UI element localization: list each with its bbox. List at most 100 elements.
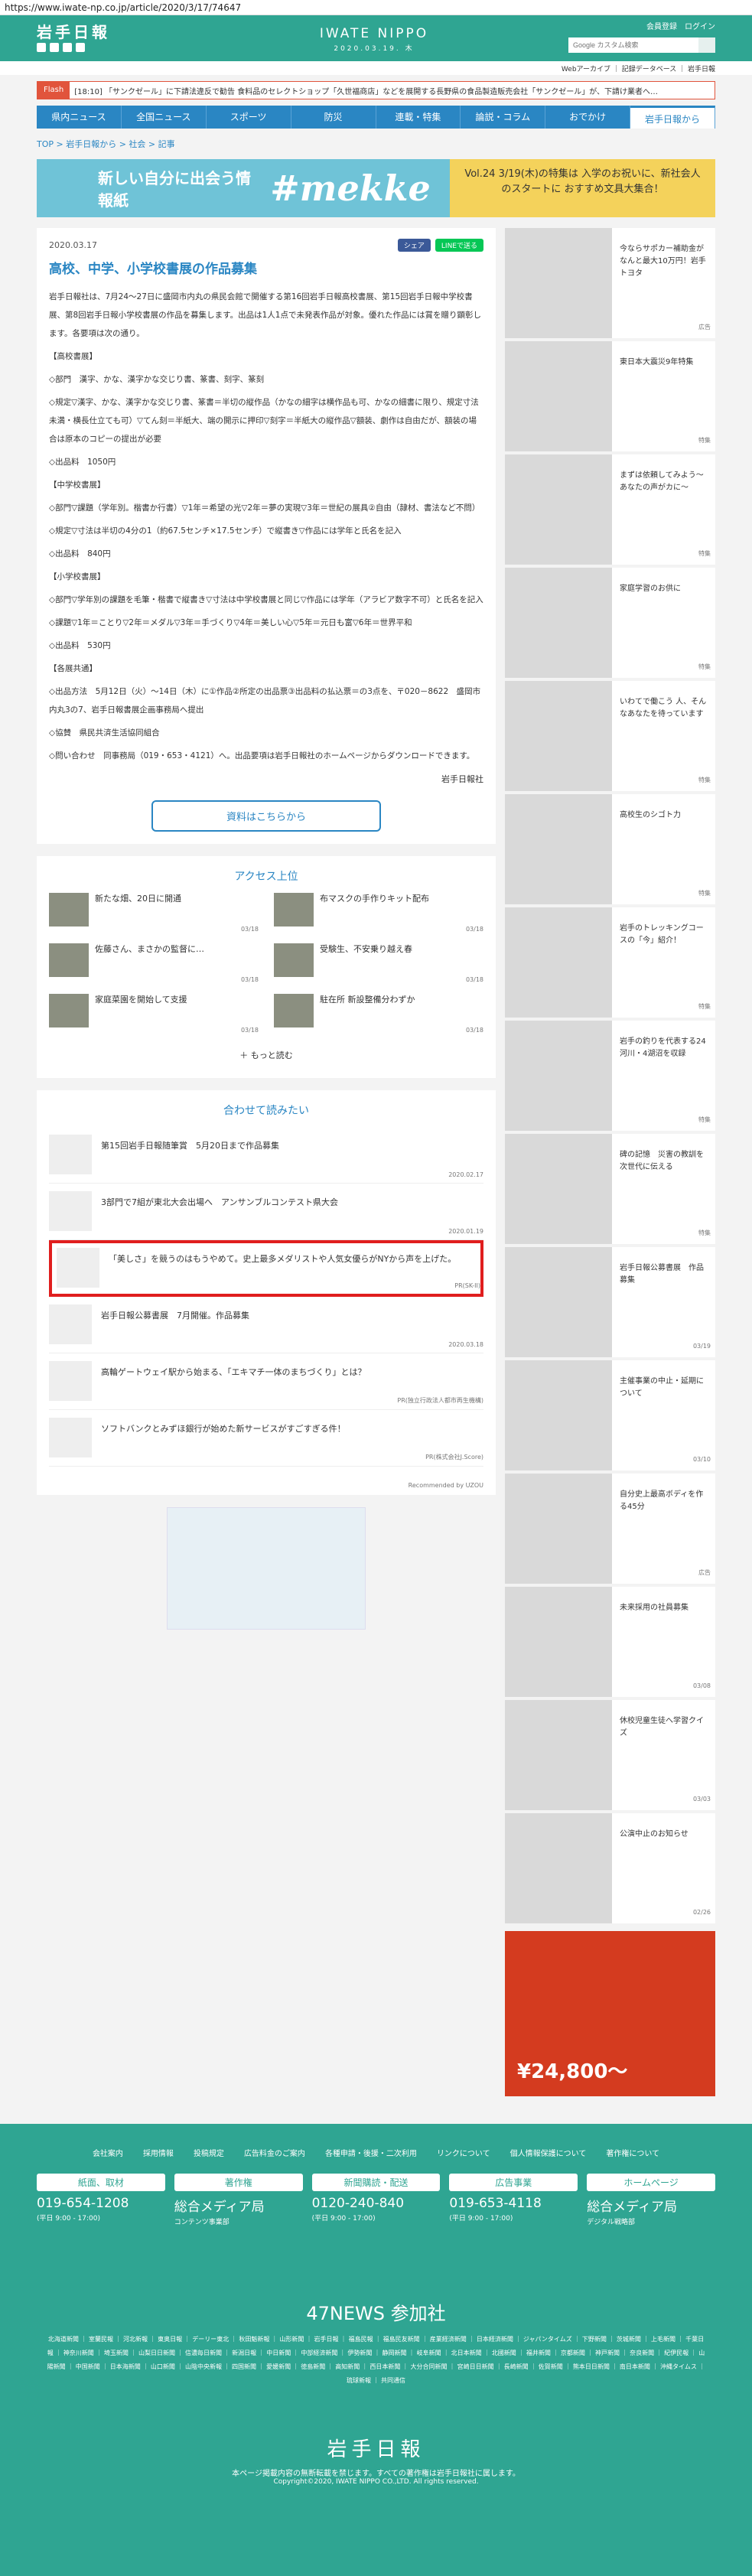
sidebar-thumbnail[interactable] — [505, 1813, 612, 1923]
travel-ad[interactable]: ¥24,800～ — [505, 1931, 715, 2096]
footer-contact-main[interactable]: 0120-240-840 — [312, 2196, 441, 2211]
related-item[interactable]: 「美しさ」を競うのはもうやめて。史上最多メダリストや人気女優らがNYから声を上げ… — [49, 1240, 483, 1297]
sidebar-title[interactable]: 公演中止のお知らせ — [620, 1830, 689, 1838]
sidebar-thumbnail[interactable] — [505, 1700, 612, 1810]
sub-nav[interactable]: Webアーカイブ ｜ 記録データベース ｜ 岩手日報 — [0, 61, 752, 75]
nav-item-disaster[interactable]: 防災 — [291, 106, 376, 129]
sidebar-item[interactable]: いわてで働こう 人、そんなあなたを待っています 特集 — [505, 681, 715, 791]
facebook-share-button[interactable]: シェア — [397, 239, 431, 252]
sidebar-title[interactable]: 岩手日報公募書展 作品募集 — [620, 1264, 704, 1285]
sidebar-title[interactable]: いわてで働こう 人、そんなあなたを待っています — [620, 698, 706, 718]
footer-link[interactable]: 広告料金のご案内 — [244, 2147, 305, 2158]
related-title[interactable]: 3部門で7組が東北大会出場へ アンサンブルコンテスト県大会 — [101, 1191, 338, 1232]
sidebar-item[interactable]: 公演中止のお知らせ 02/26 — [505, 1813, 715, 1923]
sidebar-title[interactable]: 碑の記憶 災害の教訓を次世代に伝える — [620, 1151, 704, 1171]
sidebar-title[interactable]: 主催事業の中止・延期について — [620, 1377, 704, 1398]
related-title[interactable]: 第15回岩手日報随筆賞 5月20日まで作品募集 — [101, 1135, 279, 1175]
more-button[interactable]: ＋ もっと読む — [37, 1034, 496, 1078]
nav-item-local[interactable]: 県内ニュース — [37, 106, 122, 129]
nav-item-series[interactable]: 連載・特集 — [376, 106, 461, 129]
sidebar-thumbnail[interactable] — [505, 568, 612, 678]
ranking-thumbnail[interactable] — [49, 893, 89, 927]
sidebar-thumbnail[interactable] — [505, 1021, 612, 1131]
related-thumbnail[interactable] — [49, 1135, 92, 1174]
breadcrumb[interactable]: TOP > 岩手日報から > 社会 > 記事 — [37, 138, 715, 150]
sidebar-item[interactable]: 家庭学習のお供に 特集 — [505, 568, 715, 678]
ranking-thumbnail[interactable] — [49, 943, 89, 977]
ad-banner[interactable] — [167, 1507, 366, 1630]
register-link[interactable]: 会員登録 — [646, 20, 677, 31]
nav-item-outing[interactable]: おでかけ — [545, 106, 631, 129]
sidebar-item[interactable]: 休校児童生徒へ学習クイズ 03/03 — [505, 1700, 715, 1810]
sidebar-title[interactable]: 高校生のシゴト力 — [620, 811, 681, 819]
url-bar[interactable]: https://www.iwate-np.co.jp/article/2020/… — [0, 0, 752, 15]
related-thumbnail[interactable] — [49, 1361, 92, 1401]
sidebar-thumbnail[interactable] — [505, 1247, 612, 1357]
sidebar-item[interactable]: 主催事業の中止・延期について 03/10 — [505, 1360, 715, 1470]
related-item[interactable]: 第15回岩手日報随筆賞 5月20日まで作品募集 2020.02.17 — [49, 1127, 483, 1184]
footer-link[interactable]: 著作権について — [606, 2147, 659, 2158]
footer-link[interactable]: 個人情報保護について — [510, 2147, 587, 2158]
instagram-icon[interactable] — [76, 43, 85, 52]
footer-contact-main[interactable]: 総合メディア局 — [174, 2196, 303, 2215]
sidebar-thumbnail[interactable] — [505, 1360, 612, 1470]
sidebar-thumbnail[interactable] — [505, 1134, 612, 1244]
ranking-item[interactable]: 新たな畑、20日に開通 03/18 — [49, 893, 259, 933]
sidebar-item[interactable]: 碑の記憶 災害の教訓を次世代に伝える 特集 — [505, 1134, 715, 1244]
footer-link[interactable]: 投稿規定 — [194, 2147, 224, 2158]
nav-item-from-nippo[interactable]: 岩手日報から — [630, 106, 715, 129]
sidebar-title[interactable]: 休校児童生徒へ学習クイズ — [620, 1717, 704, 1737]
ranking-item[interactable]: 布マスクの手作りキット配布 03/18 — [274, 893, 483, 933]
ranking-thumbnail[interactable] — [274, 994, 314, 1027]
sidebar-item[interactable]: 東日本大震災9年特集 特集 — [505, 341, 715, 451]
sidebar-item[interactable]: 未来採用の社員募集 03/08 — [505, 1587, 715, 1697]
related-thumbnail[interactable] — [49, 1191, 92, 1231]
ranking-thumbnail[interactable] — [49, 994, 89, 1027]
ranking-title[interactable]: 家庭菜園を開始して支援 — [95, 994, 187, 1034]
ranking-title[interactable]: 布マスクの手作りキット配布 — [320, 893, 429, 933]
line-icon[interactable] — [63, 43, 72, 52]
ranking-title[interactable]: 受験生、不安乗り越え春 — [320, 943, 412, 983]
recommend-credit[interactable]: Recommended by UZOU — [37, 1476, 496, 1495]
ranking-title[interactable]: 佐藤さん、まさかの監督に… — [95, 943, 204, 983]
sidebar-title[interactable]: 岩手のトレッキングコースの「今」紹介！ — [620, 924, 704, 945]
search-icon[interactable] — [698, 37, 715, 53]
ranking-title[interactable]: 駐在所 新設整備分わずか — [320, 994, 415, 1034]
search-input[interactable] — [568, 37, 698, 53]
related-item[interactable]: 高輪ゲートウェイ駅から始まる、「エキマチ一体のまちづくり」とは？ PR(独立行政法… — [49, 1353, 483, 1410]
nav-item-column[interactable]: 論説・コラム — [461, 106, 546, 129]
ranking-item[interactable]: 駐在所 新設整備分わずか 03/18 — [274, 994, 483, 1034]
sidebar-title[interactable]: 岩手の釣りを代表する24河川・4湖沼を収録 — [620, 1037, 706, 1058]
ranking-thumbnail[interactable] — [274, 943, 314, 977]
sidebar-item[interactable]: まずは依頼してみよう～あなたの声がカに～ 特集 — [505, 454, 715, 565]
facebook-icon[interactable] — [50, 43, 59, 52]
ranking-thumbnail[interactable] — [274, 893, 314, 927]
related-title[interactable]: 「美しさ」を競うのはもうやめて。史上最多メダリストや人気女優らがNYから声を上げ… — [109, 1248, 456, 1289]
footer-link[interactable]: 各種申請・後援・二次利用 — [325, 2147, 417, 2158]
related-thumbnail[interactable] — [57, 1248, 99, 1288]
sidebar-thumbnail[interactable] — [505, 454, 612, 565]
ranking-item[interactable]: 佐藤さん、まさかの監督に… 03/18 — [49, 943, 259, 983]
sidebar-item[interactable]: 岩手の釣りを代表する24河川・4湖沼を収録 特集 — [505, 1021, 715, 1131]
footer-link[interactable]: 会社案内 — [93, 2147, 123, 2158]
footer-link[interactable]: リンクについて — [437, 2147, 490, 2158]
twitter-icon[interactable] — [37, 43, 46, 52]
mekke-banner[interactable]: 新しい自分に出会う情報紙 #mekke Vol.24 3/19(木)の特集は 入… — [37, 159, 715, 217]
sidebar-title[interactable]: 東日本大震災9年特集 — [620, 358, 693, 366]
sidebar-title[interactable]: 自分史上最高ボディを作る45分 — [620, 1490, 703, 1511]
related-item[interactable]: ソフトバンクとみずほ銀行が始めた新サービスがすごすぎる件！ PR(株式会社J.Sc… — [49, 1410, 483, 1467]
footer-contact-main[interactable]: 019-654-1208 — [37, 2196, 165, 2211]
sidebar-item[interactable]: 岩手のトレッキングコースの「今」紹介！ 特集 — [505, 907, 715, 1018]
footer-contact-main[interactable]: 019-653-4118 — [449, 2196, 578, 2211]
sidebar-item[interactable]: 岩手日報公募書展 作品募集 03/19 — [505, 1247, 715, 1357]
ranking-item[interactable]: 家庭菜園を開始して支援 03/18 — [49, 994, 259, 1034]
flash-news[interactable]: Flash [18:10] 「サンクゼール」に下請法違反で勧告 食料品のセレクト… — [37, 81, 715, 99]
related-item[interactable]: 岩手日報公募書展 7月開催。作品募集 2020.03.18 — [49, 1297, 483, 1353]
flash-text[interactable]: [18:10] 「サンクゼール」に下請法違反で勧告 食料品のセレクトショップ「久… — [74, 85, 658, 96]
related-title[interactable]: 岩手日報公募書展 7月開催。作品募集 — [101, 1304, 249, 1345]
sidebar-title[interactable]: 家庭学習のお供に — [620, 585, 681, 593]
ranking-item[interactable]: 受験生、不安乗り越え春 03/18 — [274, 943, 483, 983]
footer-contact-main[interactable]: 総合メディア局 — [587, 2196, 715, 2215]
sidebar-item[interactable]: 自分史上最高ボディを作る45分 広告 — [505, 1474, 715, 1584]
sidebar-item[interactable]: 高校生のシゴト力 特集 — [505, 794, 715, 904]
